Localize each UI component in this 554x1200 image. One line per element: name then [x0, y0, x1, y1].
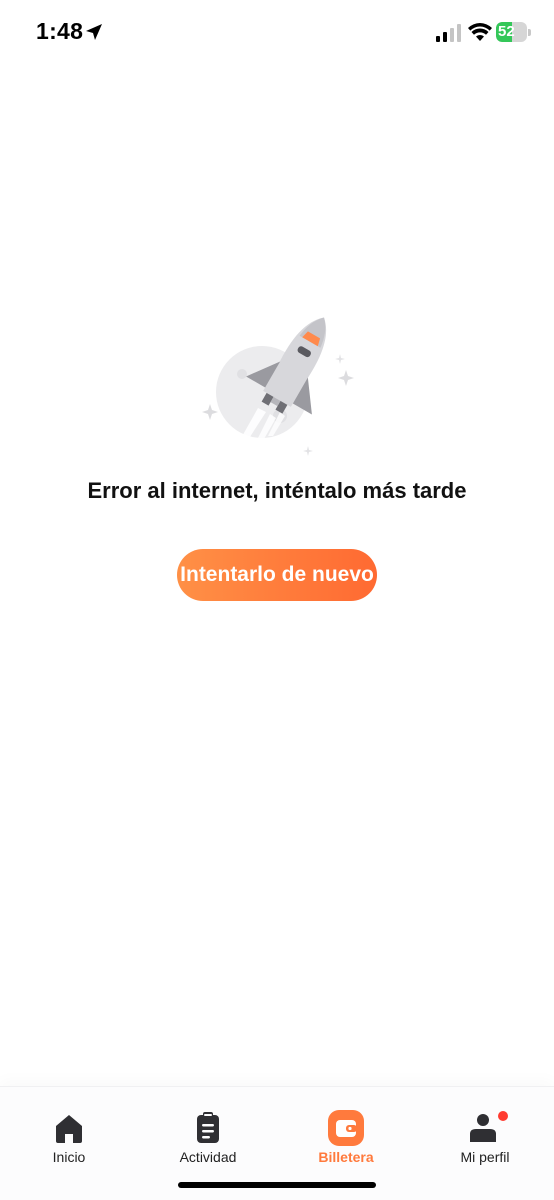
- notification-dot: [498, 1111, 508, 1121]
- tab-inicio[interactable]: Inicio: [14, 1109, 124, 1169]
- tab-label-actividad: Actividad: [179, 1149, 237, 1165]
- tab-mi-perfil[interactable]: Mi perfil: [430, 1109, 540, 1169]
- tab-label-billetera: Billetera: [318, 1149, 374, 1165]
- wifi-icon: [468, 23, 492, 41]
- location-arrow-icon: [86, 24, 102, 40]
- tab-actividad[interactable]: Actividad: [153, 1109, 263, 1169]
- battery-percent: 52: [498, 23, 515, 40]
- status-bar: 1:48 52: [0, 0, 554, 66]
- tab-label-inicio: Inicio: [52, 1149, 86, 1165]
- battery-charging-icon: 52: [496, 22, 532, 42]
- error-message: Error al internet, inténtalo más tarde: [87, 478, 467, 503]
- home-icon: [56, 1115, 82, 1143]
- tab-billetera[interactable]: Billetera: [291, 1109, 401, 1169]
- battery-body: 52: [496, 22, 527, 42]
- tab-label-mi-perfil: Mi perfil: [460, 1149, 510, 1165]
- battery-cap: [528, 29, 531, 36]
- rocket-launch-icon: [202, 317, 354, 456]
- status-time: 1:48: [36, 18, 84, 44]
- retry-button[interactable]: Intentarlo de nuevo: [177, 549, 377, 601]
- clipboard-icon: [197, 1112, 219, 1143]
- home-indicator: [178, 1182, 376, 1188]
- app-screen: 1:48 52 Error al internet, inténtalo más…: [0, 0, 554, 1200]
- cellular-signal-icon: [436, 24, 461, 42]
- wallet-icon: [328, 1110, 364, 1146]
